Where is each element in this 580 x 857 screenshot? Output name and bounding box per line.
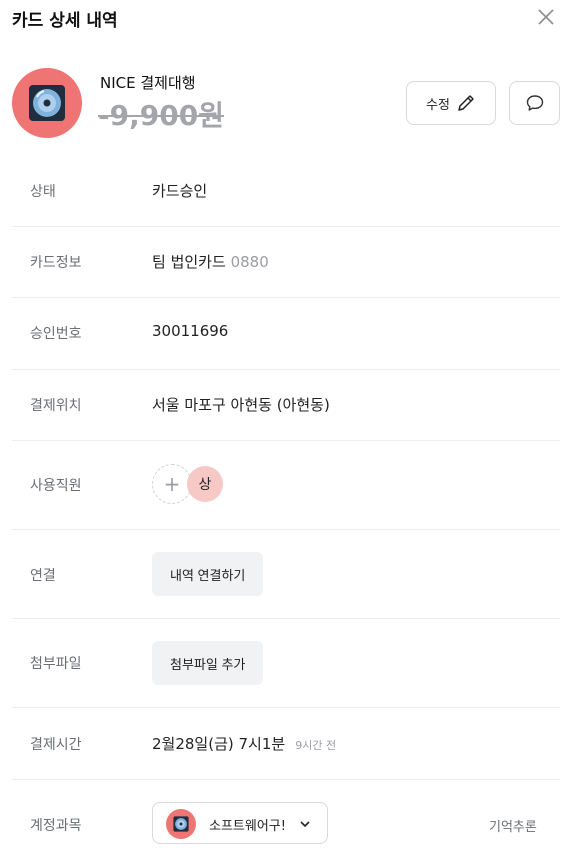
- row-payment-time: 결제시간 2월28일(금) 7시1분 9시간 전: [12, 708, 560, 780]
- panel-header: 카드 상세 내역: [0, 0, 580, 40]
- disc-icon: [29, 85, 65, 121]
- card-name: 팀 법인카드: [152, 253, 226, 271]
- comment-button[interactable]: [509, 81, 560, 125]
- row-label: 결제위치: [30, 398, 82, 414]
- row-employee: 사용직원 + 상: [12, 441, 560, 530]
- link-transaction-button[interactable]: 내역 연결하기: [152, 552, 264, 596]
- row-label: 승인번호: [30, 326, 82, 342]
- payment-time-value: 2월28일(금) 7시1분 9시간 전: [152, 733, 336, 754]
- memory-inference-link[interactable]: 기억추론: [489, 816, 537, 835]
- payment-time: 2월28일(금) 7시1분: [152, 735, 286, 753]
- row-label: 연결: [30, 568, 56, 584]
- card-info-value: 팀 법인카드 0880: [152, 251, 269, 272]
- edit-button[interactable]: 수정: [406, 81, 496, 125]
- account-select[interactable]: 소프트웨어구!: [152, 802, 328, 844]
- add-employee-button[interactable]: +: [152, 464, 192, 504]
- card-number: 0880: [230, 253, 269, 271]
- row-attachment: 첨부파일 첨부파일 추가: [12, 619, 560, 708]
- relative-time: 9시간 전: [295, 739, 337, 752]
- row-approval-number: 승인번호 30011696: [12, 298, 560, 370]
- row-label: 계정과목: [30, 818, 82, 834]
- row-location: 결제위치 서울 마포구 아현동 (아현동): [12, 370, 560, 441]
- account-selected: 소프트웨어구!: [209, 819, 286, 834]
- avatar[interactable]: 상: [187, 466, 223, 502]
- row-label: 첨부파일: [30, 656, 82, 672]
- edit-button-label: 수정: [426, 96, 450, 112]
- row-status: 상태 카드승인: [12, 155, 560, 227]
- panel-title: 카드 상세 내역: [12, 11, 118, 31]
- add-attachment-button[interactable]: 첨부파일 추가: [152, 641, 264, 685]
- transaction-amount: -9,900원: [98, 99, 224, 132]
- account-logo: [166, 809, 196, 839]
- merchant-logo: [12, 68, 82, 138]
- row-label: 사용직원: [30, 478, 82, 494]
- chevron-down-icon: [300, 821, 310, 828]
- approval-number-value: 30011696: [152, 322, 229, 340]
- plus-icon: +: [163, 472, 181, 496]
- row-card-info: 카드정보 팀 법인카드 0880: [12, 227, 560, 298]
- merchant-name: NICE 결제대행: [100, 74, 196, 92]
- pencil-icon: [458, 95, 474, 111]
- location-value: 서울 마포구 아현동 (아현동): [152, 396, 330, 414]
- transaction-summary: NICE 결제대행 -9,900원 수정: [0, 60, 580, 146]
- close-icon[interactable]: [534, 5, 558, 29]
- disc-icon: [173, 816, 189, 832]
- status-value: 카드승인: [152, 182, 208, 200]
- row-link: 연결 내역 연결하기: [12, 530, 560, 619]
- row-account: 계정과목 소프트웨어구! 기억추론: [12, 780, 560, 857]
- speech-bubble-icon: [526, 95, 543, 111]
- row-label: 상태: [30, 184, 56, 200]
- row-label: 결제시간: [30, 737, 82, 753]
- row-label: 카드정보: [30, 255, 82, 271]
